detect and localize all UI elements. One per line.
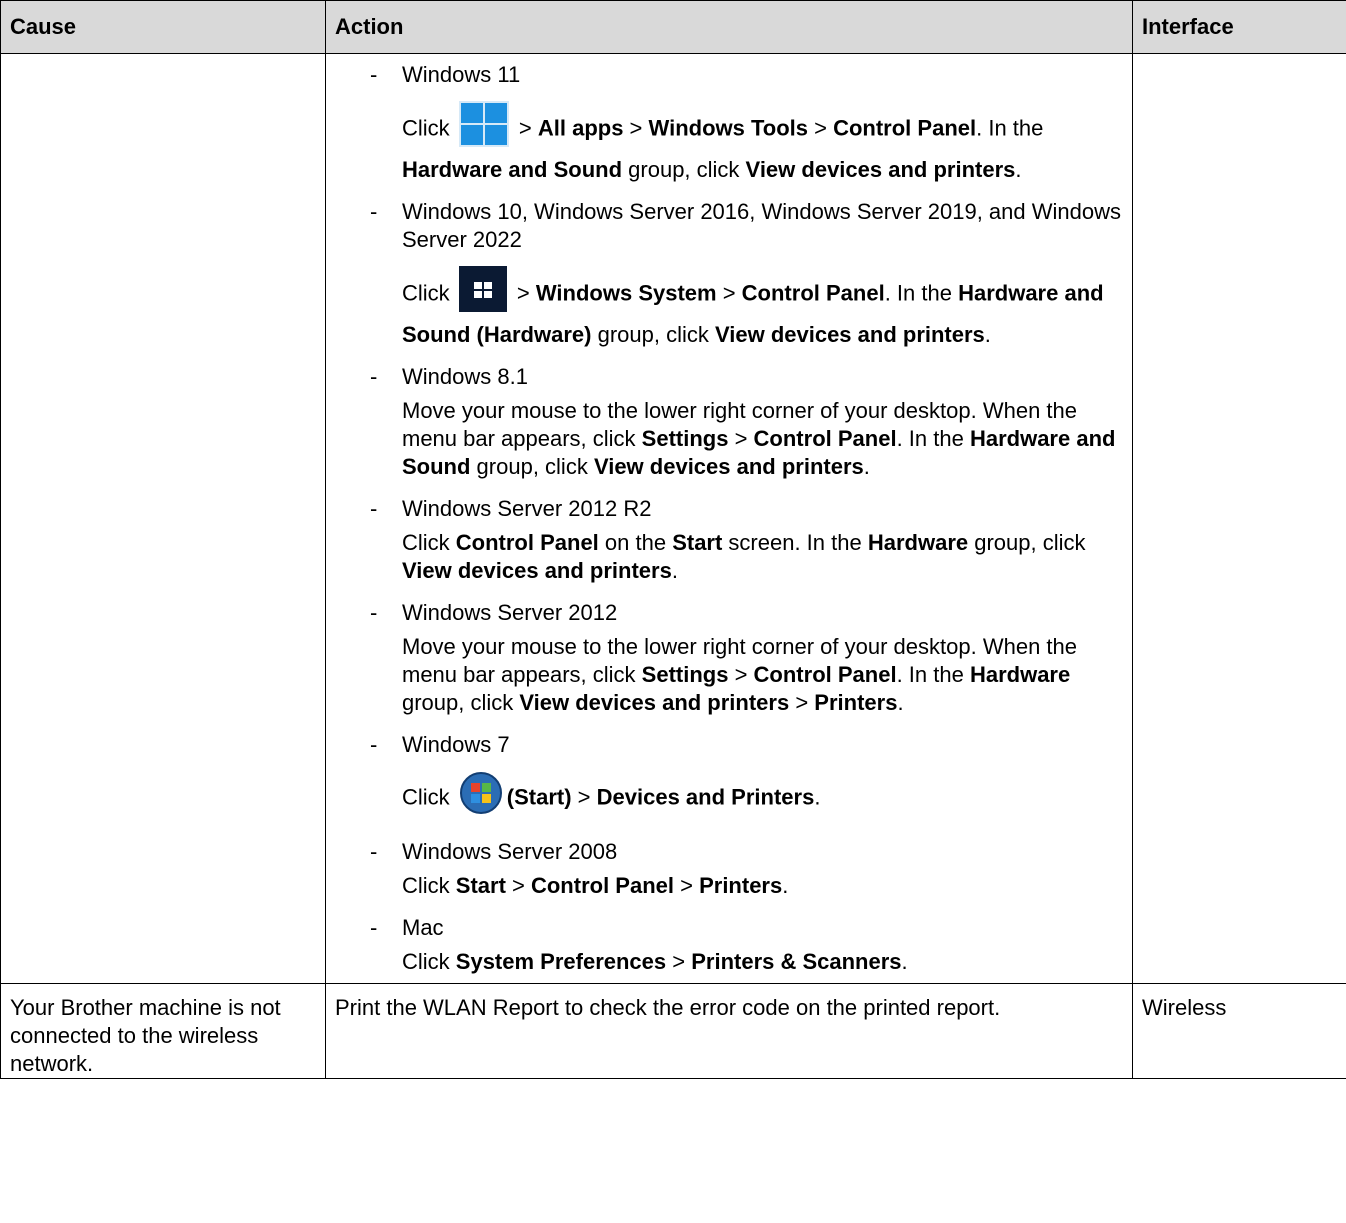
troubleshooting-table: Cause Action Interface - Windows 11 Click … [0, 0, 1346, 1079]
os-name: Windows 8.1 [402, 364, 528, 389]
os-instructions: Click > All apps > Windows Tools > Contr… [402, 89, 1126, 191]
list-bullet: - [370, 62, 378, 87]
os-instructions: Click Start > Control Panel > Printers. [402, 873, 789, 898]
list-bullet: - [370, 600, 378, 625]
os-instruction-list: - Windows 11 Click > All apps > Windows To… [326, 54, 1126, 983]
os-instruction-item: - Windows 11 Click > All apps > Windows To… [326, 54, 1126, 191]
os-instruction-item: - Windows 10, Windows Server 2016, Window… [326, 191, 1126, 356]
cause-cell: Your Brother machine is not connected to… [0, 983, 326, 1079]
windows11-start-icon [458, 101, 509, 154]
os-name: Mac [402, 915, 444, 940]
list-bullet: - [370, 915, 378, 940]
os-instruction-item: - Mac Click System Preferences > Printers … [326, 907, 1126, 983]
os-name: Windows Server 2008 [402, 839, 618, 864]
os-name: Windows 7 [402, 732, 510, 757]
windows7-start-orb-icon [459, 771, 503, 822]
os-instruction-item: - Windows 8.1 Move your mouse to the lower… [326, 356, 1126, 488]
os-instructions: Move your mouse to the lower right corne… [402, 634, 1077, 715]
list-bullet: - [370, 364, 378, 389]
os-instruction-item: - Windows Server 2012 Move your mouse to t… [326, 592, 1126, 724]
table-row: Your Brother machine is not connected to… [0, 983, 1346, 1079]
windows10-start-icon [458, 266, 507, 319]
os-name: Windows Server 2012 R2 [402, 496, 652, 521]
cause-header: Cause [0, 0, 326, 54]
table-row: - Windows 11 Click > All apps > Windows To… [0, 53, 1346, 984]
os-name: Windows 11 [402, 62, 521, 87]
interface-header: Interface [1132, 0, 1346, 54]
action-cell: Print the WLAN Report to check the error… [325, 983, 1133, 1079]
os-name: Windows 10, Windows Server 2016, Windows… [402, 199, 1121, 252]
action-header: Action [325, 0, 1133, 54]
list-bullet: - [370, 732, 378, 757]
list-bullet: - [370, 496, 378, 521]
cause-cell [0, 53, 326, 984]
list-bullet: - [370, 839, 378, 864]
action-cell: - Windows 11 Click > All apps > Windows To… [325, 53, 1133, 984]
os-instruction-item: - Windows Server 2008 Click Start > Contro… [326, 831, 1126, 907]
interface-cell [1132, 53, 1346, 984]
list-bullet: - [370, 199, 378, 224]
os-instruction-item: - Windows 7 Click (Start) > Devices and Pr… [326, 724, 1126, 831]
interface-cell: Wireless [1132, 983, 1346, 1079]
os-instruction-item: - Windows Server 2012 R2 Click Control Pan… [326, 488, 1126, 592]
os-name: Windows Server 2012 [402, 600, 618, 625]
os-instructions: Click > Windows System > Control Panel. … [402, 254, 1126, 356]
os-instructions: Click (Start) > Devices and Printers. [402, 759, 1126, 831]
os-instructions: Click Control Panel on the Start screen.… [402, 530, 1086, 583]
os-instructions: Move your mouse to the lower right corne… [402, 398, 1116, 479]
os-instructions: Click System Preferences > Printers & Sc… [402, 949, 908, 974]
header-row: Cause Action Interface [0, 0, 1346, 54]
